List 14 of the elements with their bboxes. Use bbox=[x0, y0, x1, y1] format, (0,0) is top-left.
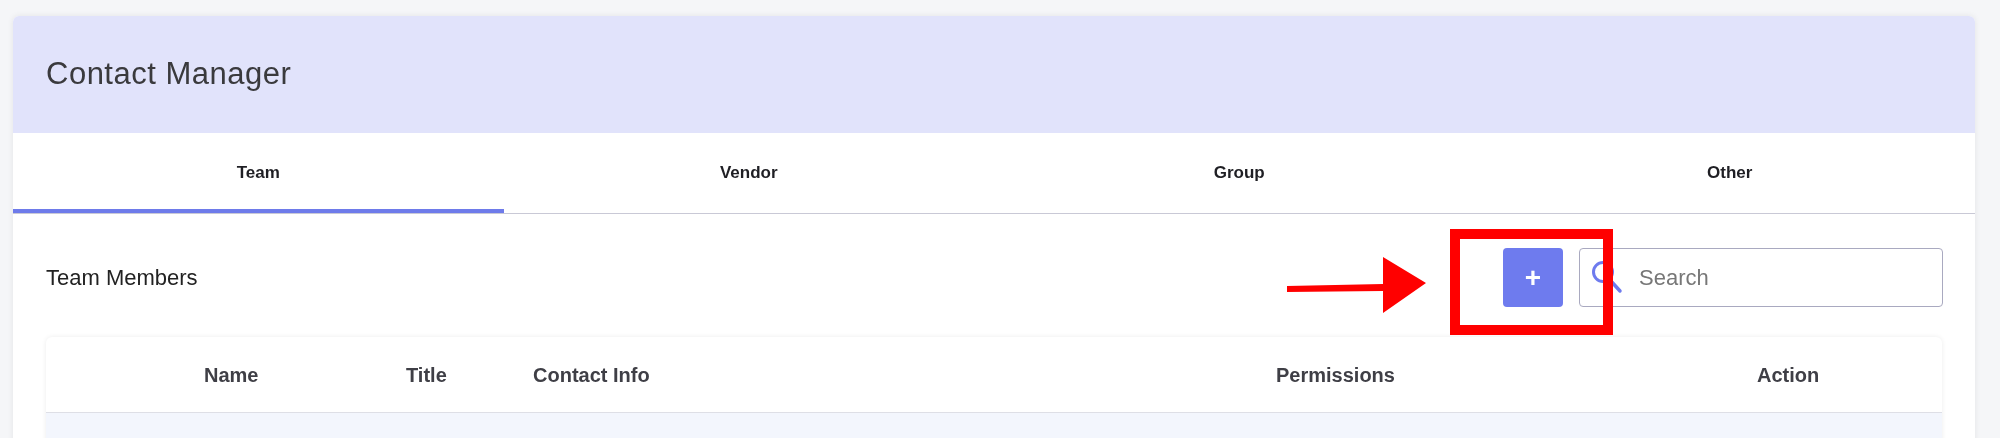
column-header: Name bbox=[204, 363, 259, 386]
search-field[interactable]: Search bbox=[1579, 248, 1943, 307]
tab[interactable]: Team bbox=[13, 133, 504, 213]
tab[interactable]: Vendor bbox=[503, 133, 994, 213]
tab[interactable]: Other bbox=[1484, 133, 1975, 213]
column-header: Title bbox=[406, 363, 447, 386]
page-title: Contact Manager bbox=[46, 55, 292, 94]
add-button[interactable]: + bbox=[1503, 248, 1563, 307]
column-header: Contact Info bbox=[533, 363, 650, 386]
search-icon bbox=[1591, 260, 1623, 294]
column-header: Permissions bbox=[1276, 363, 1395, 386]
tab[interactable]: Group bbox=[994, 133, 1485, 213]
section-title: Team Members bbox=[46, 264, 198, 292]
column-header: Action bbox=[1757, 363, 1820, 386]
